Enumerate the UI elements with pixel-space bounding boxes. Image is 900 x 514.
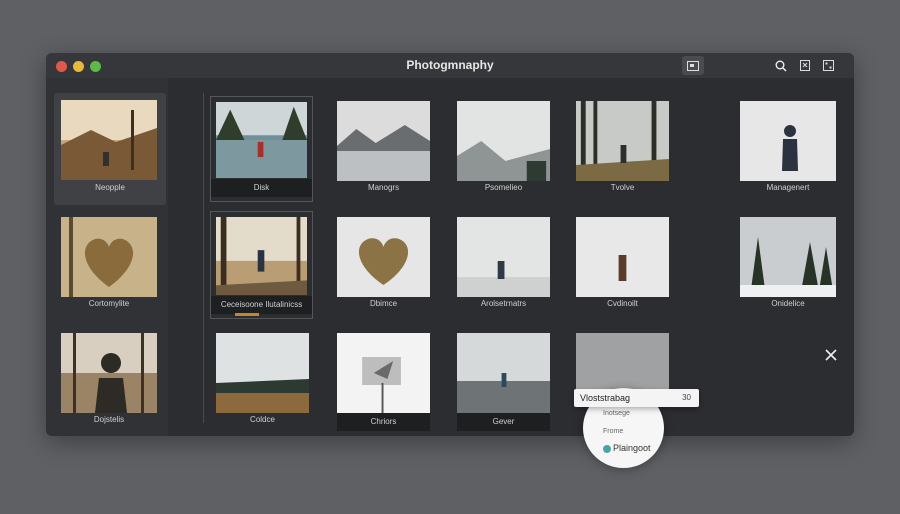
photo-thumbnail bbox=[61, 100, 157, 180]
crop-button[interactable] bbox=[797, 56, 813, 75]
photo-thumbnail bbox=[740, 101, 836, 181]
photo-tile-coldce[interactable]: Coldce bbox=[216, 333, 309, 431]
sidebar-item-label: Neopple bbox=[95, 183, 125, 192]
photo-label: Dbimce bbox=[369, 299, 398, 308]
app-window: Photogmnaphy Neopple Cortomylite Dojstel… bbox=[46, 53, 854, 436]
photo-thumbnail bbox=[61, 217, 157, 297]
photo-tile-blank[interactable] bbox=[576, 333, 669, 393]
crop-icon bbox=[800, 60, 810, 71]
photo-tile-tvolve[interactable]: Tvolve bbox=[576, 101, 669, 199]
grid-view-button[interactable] bbox=[820, 56, 836, 75]
context-menu-value: 30 bbox=[682, 393, 691, 402]
title-bar: Photogmnaphy bbox=[46, 53, 854, 78]
photo-tile-disk[interactable]: Disk bbox=[210, 96, 313, 202]
layout-icon bbox=[687, 60, 699, 71]
sidebar-item-cortomylite[interactable]: Cortomylite bbox=[61, 217, 157, 317]
sidebar-divider bbox=[203, 93, 204, 423]
window-title: Photogmnaphy bbox=[406, 58, 494, 72]
photo-label: Coldce bbox=[250, 415, 275, 424]
progress-bar bbox=[235, 313, 259, 316]
photo-tile-managenert[interactable]: Managenert bbox=[740, 101, 836, 199]
photo-tile-onidelice[interactable]: Onidelice bbox=[740, 217, 836, 315]
photo-thumbnail bbox=[216, 217, 307, 295]
photo-thumbnail bbox=[457, 101, 550, 181]
photo-thumbnail bbox=[337, 217, 430, 297]
search-icon bbox=[775, 60, 787, 72]
photo-label: Ceceisoone Ilutalinicss bbox=[211, 296, 312, 314]
photo-thumbnail bbox=[216, 102, 307, 178]
sidebar-item-label: Dojstelis bbox=[93, 415, 125, 424]
popup-item-selected[interactable]: Plaingoot bbox=[603, 443, 651, 453]
sidebar-item-dojstelis[interactable]: Dojstelis bbox=[61, 333, 157, 433]
photo-label: Cvdinoilt bbox=[607, 299, 638, 308]
photo-label: Psomelieo bbox=[484, 183, 523, 192]
close-icon bbox=[825, 349, 837, 361]
sidebar-item-neopple[interactable]: Neopple bbox=[54, 93, 166, 205]
popup-item[interactable]: Inotsege bbox=[603, 410, 630, 417]
context-menu-label: Vloststrabag bbox=[580, 393, 631, 403]
photo-label: Tvolve bbox=[610, 183, 635, 192]
photo-label: Managenert bbox=[766, 183, 810, 192]
photo-thumbnail bbox=[576, 217, 669, 297]
check-circle-icon bbox=[603, 444, 611, 453]
layout-toggle-button[interactable] bbox=[682, 56, 704, 75]
photo-tile-arolsetrnatrs[interactable]: Arolsetrnatrs bbox=[457, 217, 550, 315]
photo-tile-cvdinoilt[interactable]: Cvdinoilt bbox=[576, 217, 669, 315]
photo-thumbnail bbox=[457, 333, 550, 413]
photo-thumbnail bbox=[576, 333, 669, 389]
photo-tile-chriors[interactable]: Chriors bbox=[337, 333, 430, 431]
photo-thumbnail bbox=[740, 217, 836, 297]
photo-label: Manogrs bbox=[367, 183, 400, 192]
photo-label: Arolsetrnatrs bbox=[480, 299, 527, 308]
search-button[interactable] bbox=[773, 56, 789, 75]
photo-label: Chriors bbox=[337, 413, 430, 431]
photo-tile-gever[interactable]: Gever bbox=[457, 333, 550, 431]
photo-thumbnail bbox=[337, 101, 430, 181]
photo-thumbnail bbox=[576, 101, 669, 181]
photo-label: Gever bbox=[457, 413, 550, 431]
photo-tile-ceceisoone[interactable]: Ceceisoone Ilutalinicss bbox=[210, 211, 313, 319]
context-menu[interactable]: Vloststrabag 30 bbox=[574, 389, 699, 407]
photo-tile-dbimce[interactable]: Dbimce bbox=[337, 217, 430, 315]
popup-item-label: Plaingoot bbox=[613, 443, 651, 453]
photo-tile-psomelieo[interactable]: Psomelieo bbox=[457, 101, 550, 199]
popup-item[interactable]: Frome bbox=[603, 428, 623, 435]
photo-thumbnail bbox=[216, 333, 309, 413]
photo-tile-manogrs[interactable]: Manogrs bbox=[337, 101, 430, 199]
grid-icon bbox=[822, 60, 834, 71]
photo-thumbnail bbox=[61, 333, 157, 413]
photo-label: Onidelice bbox=[771, 299, 805, 308]
close-button[interactable] bbox=[824, 348, 838, 362]
photo-thumbnail bbox=[337, 333, 430, 413]
sidebar-item-label: Cortomylite bbox=[88, 299, 130, 308]
photo-label: Disk bbox=[211, 179, 312, 197]
photo-thumbnail bbox=[457, 217, 550, 297]
